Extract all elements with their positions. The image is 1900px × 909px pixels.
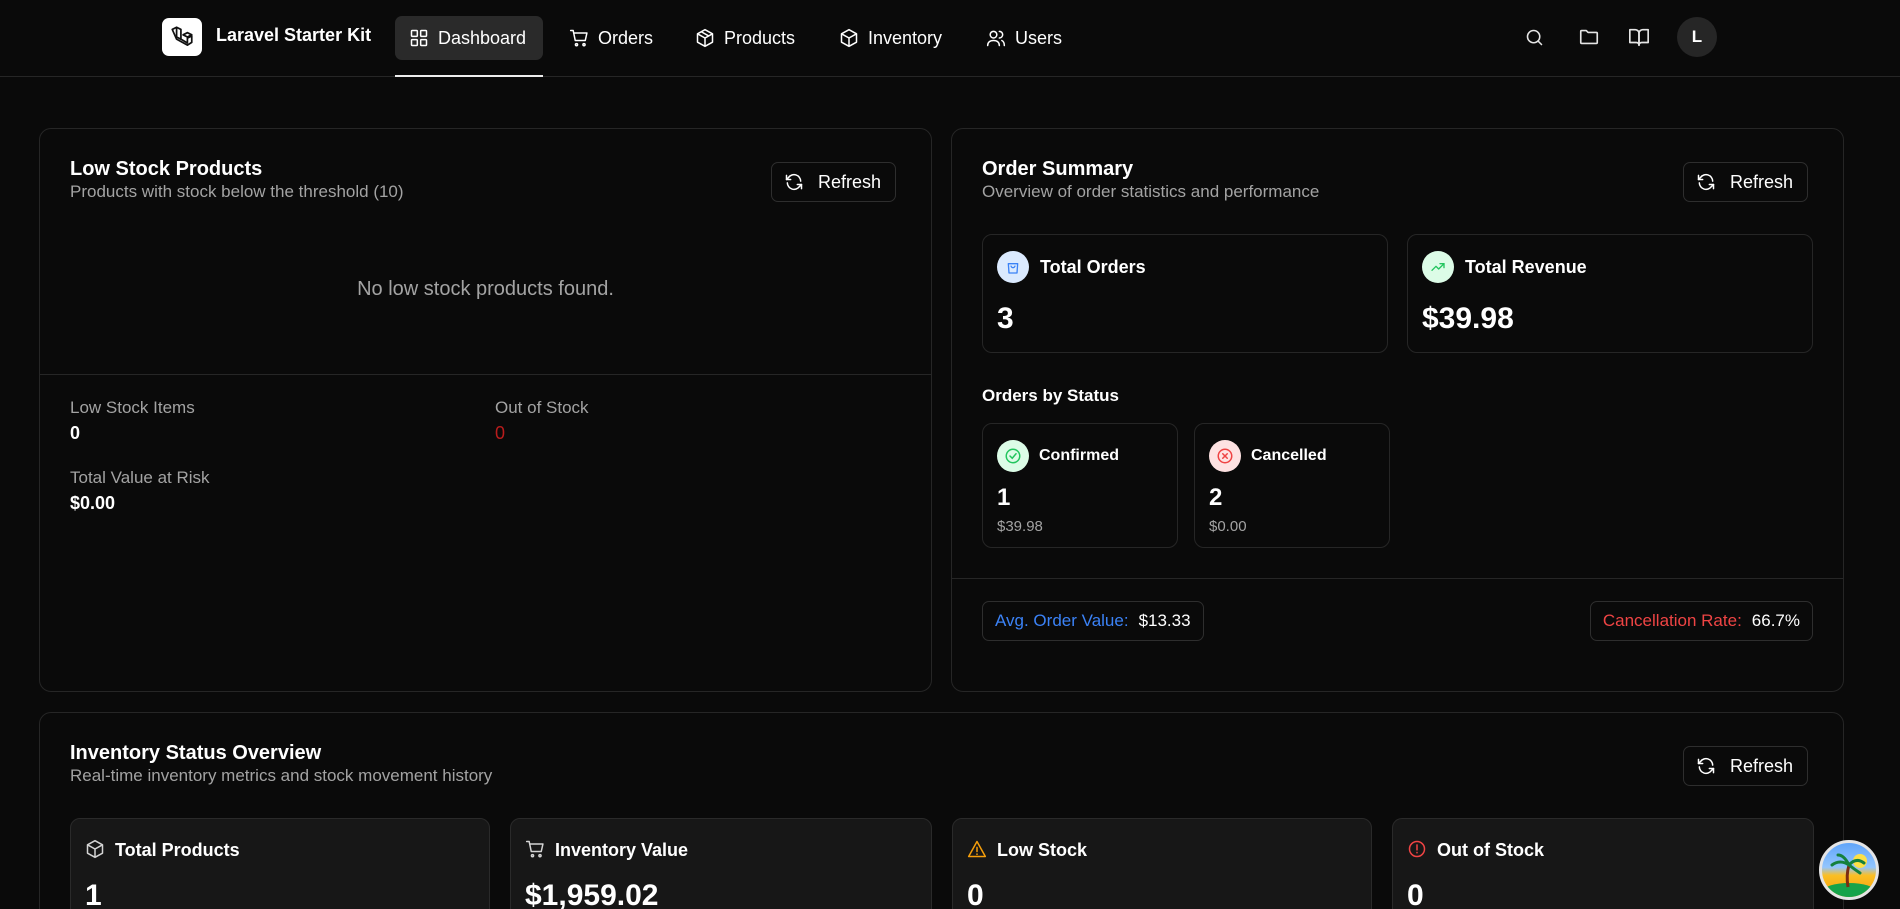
low-stock-refresh-button[interactable]: Refresh	[771, 162, 897, 202]
top-navbar: Laravel Starter Kit Dashboard Orders Pro…	[0, 0, 1900, 77]
order-summary-card: Order Summary Overview of order statisti…	[951, 128, 1844, 692]
metric-inventory-value-label: Inventory Value	[555, 840, 689, 860]
refresh-icon	[1697, 757, 1715, 775]
status-confirmed-amount: $39.98	[997, 518, 1043, 535]
inventory-overview-card: Inventory Status Overview Real-time inve…	[39, 712, 1844, 909]
users-icon	[986, 30, 1006, 47]
status-cancelled-box: Cancelled 2 $0.00	[1194, 423, 1390, 548]
nav-products[interactable]: Products	[681, 16, 809, 60]
divider	[40, 374, 931, 375]
nav-products-label: Products	[724, 27, 796, 48]
nav-inventory[interactable]: Inventory	[825, 16, 956, 60]
empty-state-message: No low stock products found.	[357, 278, 614, 300]
cancellation-rate-label: Cancellation Rate:	[1602, 611, 1742, 630]
orders-by-status-heading: Orders by Status	[982, 386, 1119, 405]
active-tab-indicator	[395, 75, 543, 77]
refresh-icon	[1697, 173, 1715, 191]
value-at-risk-label: Total Value at Risk	[70, 468, 210, 487]
x-circle-icon	[1209, 440, 1241, 472]
metric-out-of-stock: Out of Stock 0	[1392, 818, 1814, 909]
folder-icon	[1579, 29, 1599, 45]
metric-low-stock-label: Low Stock	[997, 840, 1088, 860]
cancellation-rate-pill: Cancellation Rate: 66.7%	[1589, 601, 1813, 641]
low-stock-items-label: Low Stock Items	[70, 398, 195, 417]
out-of-stock-value: 0	[495, 423, 506, 443]
total-orders-value: 3	[997, 302, 1014, 335]
nav-dashboard-label: Dashboard	[438, 27, 527, 48]
app-logo[interactable]	[162, 18, 202, 56]
package-icon	[840, 28, 858, 48]
inventory-overview-subtitle: Real-time inventory metrics and stock mo…	[70, 766, 493, 785]
low-stock-card: Low Stock Products Products with stock b…	[39, 128, 932, 692]
avg-order-value: $13.33	[1138, 611, 1191, 630]
value-at-risk-value: $0.00	[70, 493, 116, 513]
metric-out-of-stock-label: Out of Stock	[1437, 840, 1544, 860]
trending-up-icon	[1422, 251, 1454, 283]
user-avatar[interactable]: L	[1677, 17, 1717, 57]
low-stock-subtitle: Products with stock below the threshold …	[70, 182, 404, 201]
order-summary-subtitle: Overview of order statistics and perform…	[982, 182, 1320, 201]
inventory-overview-title: Inventory Status Overview	[70, 742, 322, 764]
status-cancelled-label: Cancelled	[1251, 447, 1327, 464]
total-orders-label: Total Orders	[1040, 257, 1146, 277]
nav-users-label: Users	[1015, 27, 1063, 48]
app-name: Laravel Starter Kit	[216, 25, 372, 45]
nav-users[interactable]: Users	[972, 16, 1076, 60]
nav-orders-label: Orders	[598, 27, 654, 48]
palm-tree-icon	[1823, 853, 1875, 897]
total-revenue-box: Total Revenue $39.98	[1407, 234, 1813, 353]
out-of-stock-label: Out of Stock	[495, 398, 589, 417]
metric-total-products: Total Products 1	[70, 818, 490, 909]
avg-order-value-label: Avg. Order Value:	[995, 611, 1129, 630]
package-icon	[696, 28, 714, 48]
metric-inventory-value: Inventory Value $1,959.02	[510, 818, 932, 909]
divider	[952, 578, 1843, 579]
refresh-label: Refresh	[818, 171, 882, 192]
nav-dashboard[interactable]: Dashboard	[395, 16, 543, 60]
status-confirmed-label: Confirmed	[1039, 447, 1119, 464]
metric-total-products-value: 1	[85, 879, 102, 909]
grid-icon	[410, 29, 428, 47]
assistant-bubble[interactable]	[1819, 840, 1879, 900]
laravel-logo-icon	[171, 26, 193, 46]
total-revenue-label: Total Revenue	[1465, 257, 1587, 277]
order-summary-title: Order Summary	[982, 158, 1134, 180]
refresh-label: Refresh	[1730, 171, 1794, 192]
total-orders-box: Total Orders 3	[982, 234, 1388, 353]
refresh-label: Refresh	[1730, 755, 1794, 776]
cancellation-rate-value: 66.7%	[1751, 611, 1800, 630]
total-revenue-value: $39.98	[1422, 302, 1514, 335]
package-icon	[86, 839, 104, 859]
status-confirmed-count: 1	[997, 484, 1011, 511]
book-icon	[1629, 28, 1649, 47]
metric-low-stock-value: 0	[967, 879, 984, 909]
inventory-refresh-button[interactable]: Refresh	[1683, 746, 1809, 786]
shopping-bag-icon	[997, 251, 1029, 283]
refresh-icon	[785, 173, 803, 191]
documentation-button[interactable]	[1627, 25, 1651, 49]
avg-order-value-pill: Avg. Order Value: $13.33	[982, 601, 1204, 641]
check-circle-icon	[997, 440, 1029, 472]
status-cancelled-count: 2	[1209, 484, 1223, 511]
metric-inventory-value-value: $1,959.02	[525, 879, 659, 909]
search-button[interactable]	[1522, 25, 1546, 49]
low-stock-title: Low Stock Products	[70, 158, 263, 180]
order-summary-refresh-button[interactable]: Refresh	[1683, 162, 1809, 202]
low-stock-items-value: 0	[70, 423, 81, 443]
metric-out-of-stock-value: 0	[1407, 879, 1424, 909]
cart-icon	[569, 29, 588, 47]
metric-total-products-label: Total Products	[115, 840, 240, 860]
warning-icon	[967, 840, 987, 858]
nav-inventory-label: Inventory	[868, 27, 943, 48]
status-confirmed-box: Confirmed 1 $39.98	[982, 423, 1178, 548]
cart-icon	[525, 840, 544, 858]
alert-circle-icon	[1408, 840, 1426, 858]
search-icon	[1526, 29, 1542, 45]
status-cancelled-amount: $0.00	[1209, 518, 1247, 535]
metric-low-stock: Low Stock 0	[952, 818, 1372, 909]
nav-orders[interactable]: Orders	[555, 16, 667, 60]
repository-button[interactable]	[1577, 25, 1601, 49]
